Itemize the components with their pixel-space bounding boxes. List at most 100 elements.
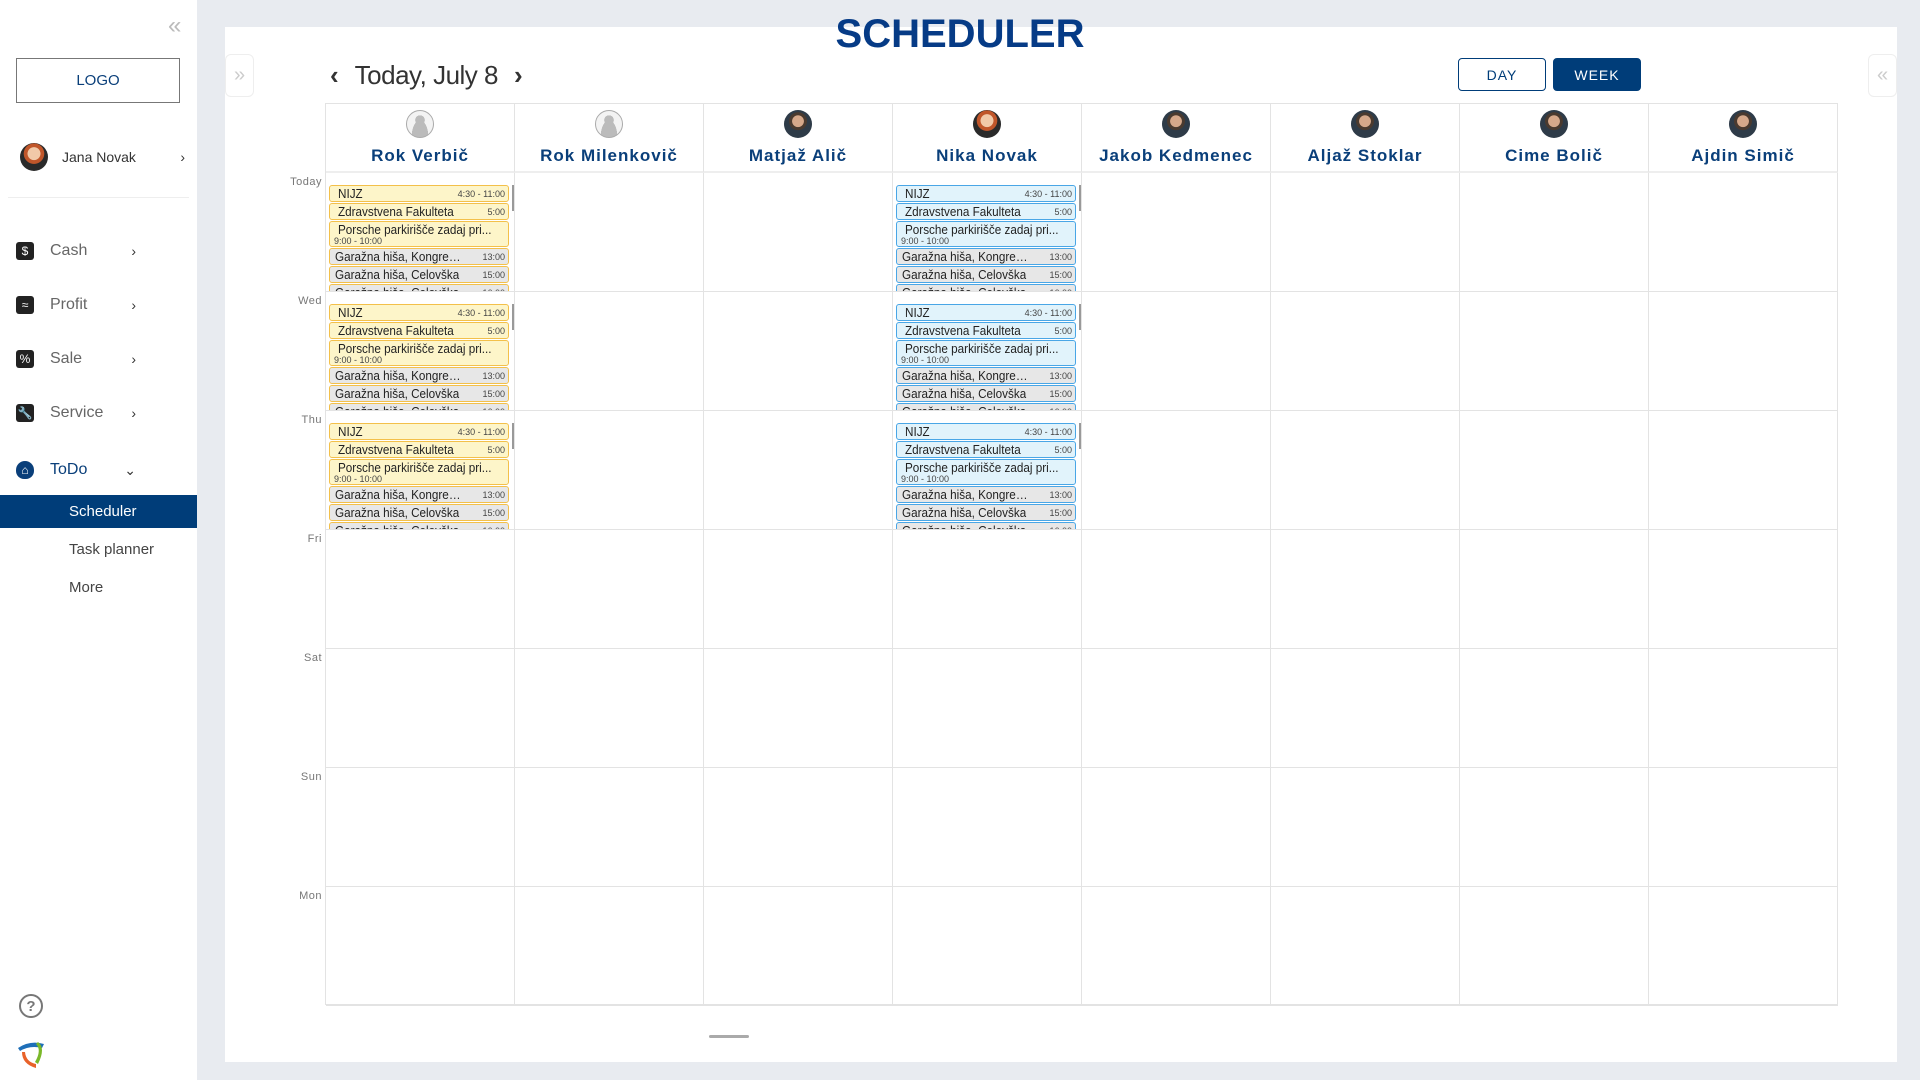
- event-item[interactable]: NIJZ 4:30 - 11:00: [896, 423, 1076, 440]
- schedule-cell[interactable]: [704, 292, 893, 411]
- schedule-cell[interactable]: NIJZ 4:30 - 11:00 Zdravstvena Fakulteta 5:0…: [893, 292, 1082, 411]
- schedule-cell[interactable]: [893, 530, 1082, 649]
- schedule-cell[interactable]: [1460, 173, 1649, 292]
- event-item[interactable]: Garažna hiša, Kongresni... 13:00: [896, 367, 1076, 384]
- schedule-cell[interactable]: [1271, 292, 1460, 411]
- schedule-cell[interactable]: [1082, 173, 1271, 292]
- event-item[interactable]: NIJZ 4:30 - 11:00: [329, 185, 509, 202]
- schedule-cell[interactable]: [1082, 887, 1271, 1006]
- event-item[interactable]: Porsche parkirišče zadaj pri... 9:00 - 10…: [329, 340, 509, 366]
- schedule-cell[interactable]: [1082, 768, 1271, 887]
- event-item[interactable]: Garažna hiša, Celovška 15:00: [329, 266, 509, 283]
- event-item[interactable]: Porsche parkirišče zadaj pri... 9:00 - 10…: [329, 459, 509, 485]
- schedule-cell[interactable]: [1271, 768, 1460, 887]
- schedule-cell[interactable]: [515, 768, 704, 887]
- user-profile[interactable]: Jana Novak ›: [20, 140, 185, 174]
- event-item[interactable]: Garažna hiša, Celovška 15:00: [896, 385, 1076, 402]
- schedule-cell[interactable]: [1460, 649, 1649, 768]
- sidebar-subitem-scheduler[interactable]: Scheduler: [0, 495, 197, 528]
- event-item[interactable]: NIJZ 4:30 - 11:00: [896, 304, 1076, 321]
- resize-handle[interactable]: [709, 1035, 749, 1038]
- event-item[interactable]: Porsche parkirišče zadaj pri... 9:00 - 10…: [896, 340, 1076, 366]
- schedule-cell[interactable]: [515, 292, 704, 411]
- day-view-button[interactable]: DAY: [1458, 58, 1546, 91]
- sidebar-subitem-task-planner[interactable]: Task planner: [0, 533, 197, 566]
- event-item[interactable]: Garažna hiša, Celovška 15:00: [896, 266, 1076, 283]
- schedule-cell[interactable]: [893, 887, 1082, 1006]
- sidebar-subitem-more[interactable]: More: [0, 571, 197, 604]
- schedule-cell[interactable]: [1271, 173, 1460, 292]
- schedule-cell[interactable]: [1649, 530, 1838, 649]
- event-item[interactable]: Zdravstvena Fakulteta 5:00: [896, 441, 1076, 458]
- schedule-cell[interactable]: [1082, 530, 1271, 649]
- schedule-cell[interactable]: [1649, 887, 1838, 1006]
- event-item[interactable]: Garažna hiša, Kongresni... 13:00: [896, 248, 1076, 265]
- schedule-cell[interactable]: [1649, 173, 1838, 292]
- sidebar-item-profit[interactable]: ≈ Profit ›: [16, 290, 136, 320]
- schedule-cell[interactable]: [1649, 768, 1838, 887]
- schedule-cell[interactable]: [1649, 292, 1838, 411]
- schedule-cell[interactable]: [326, 649, 515, 768]
- schedule-cell[interactable]: NIJZ 4:30 - 11:00 Zdravstvena Fakulteta 5:0…: [893, 411, 1082, 530]
- schedule-cell[interactable]: [1271, 530, 1460, 649]
- event-item[interactable]: Zdravstvena Fakulteta 5:00: [896, 203, 1076, 220]
- event-item[interactable]: Garažna hiša, Celovška16:00: [329, 403, 509, 410]
- schedule-cell[interactable]: [1082, 411, 1271, 530]
- chevron-left-icon[interactable]: ‹: [330, 60, 339, 91]
- event-item[interactable]: NIJZ 4:30 - 11:00: [896, 185, 1076, 202]
- event-item[interactable]: Zdravstvena Fakulteta 5:00: [896, 322, 1076, 339]
- event-item[interactable]: Garažna hiša, Celovška16:00: [896, 284, 1076, 291]
- schedule-cell[interactable]: [515, 887, 704, 1006]
- event-item[interactable]: Garažna hiša, Celovška 15:00: [896, 504, 1076, 521]
- expand-right-icon[interactable]: «: [1868, 54, 1897, 97]
- scrollbar[interactable]: [512, 304, 514, 330]
- sidebar-item-sale[interactable]: % Sale ›: [16, 344, 136, 374]
- event-item[interactable]: Zdravstvena Fakulteta 5:00: [329, 441, 509, 458]
- schedule-cell[interactable]: [1649, 411, 1838, 530]
- schedule-cell[interactable]: [1460, 411, 1649, 530]
- scrollbar[interactable]: [512, 185, 514, 211]
- schedule-cell[interactable]: [704, 530, 893, 649]
- event-item[interactable]: Garažna hiša, Celovška 15:00: [329, 504, 509, 521]
- schedule-cell[interactable]: [1271, 887, 1460, 1006]
- scrollbar[interactable]: [1079, 423, 1081, 449]
- schedule-cell[interactable]: [1460, 530, 1649, 649]
- event-item[interactable]: Garažna hiša, Kongresni... 13:00: [329, 248, 509, 265]
- schedule-cell[interactable]: [704, 173, 893, 292]
- schedule-cell[interactable]: NIJZ 4:30 - 11:00 Zdravstvena Fakulteta 5:0…: [326, 292, 515, 411]
- schedule-cell[interactable]: [1082, 292, 1271, 411]
- schedule-cell[interactable]: [704, 887, 893, 1006]
- event-item[interactable]: Garažna hiša, Celovška16:00: [896, 403, 1076, 410]
- schedule-cell[interactable]: [1271, 649, 1460, 768]
- schedule-cell[interactable]: [515, 411, 704, 530]
- event-item[interactable]: Garažna hiša, Kongresni... 13:00: [896, 486, 1076, 503]
- event-item[interactable]: Garažna hiša, Celovška 15:00: [329, 385, 509, 402]
- schedule-cell[interactable]: [1460, 292, 1649, 411]
- event-item[interactable]: Porsche parkirišče zadaj pri... 9:00 - 10…: [896, 221, 1076, 247]
- schedule-cell[interactable]: [704, 649, 893, 768]
- schedule-cell[interactable]: [515, 173, 704, 292]
- event-item[interactable]: Porsche parkirišče zadaj pri... 9:00 - 10…: [329, 221, 509, 247]
- schedule-cell[interactable]: [326, 768, 515, 887]
- schedule-cell[interactable]: [704, 768, 893, 887]
- event-item[interactable]: Garažna hiša, Celovška16:00: [896, 522, 1076, 529]
- event-item[interactable]: NIJZ 4:30 - 11:00: [329, 423, 509, 440]
- schedule-cell[interactable]: [1460, 768, 1649, 887]
- schedule-cell[interactable]: [326, 530, 515, 649]
- event-item[interactable]: Garažna hiša, Celovška16:00: [329, 522, 509, 529]
- schedule-cell[interactable]: [515, 530, 704, 649]
- schedule-cell[interactable]: [326, 887, 515, 1006]
- schedule-cell[interactable]: [1649, 649, 1838, 768]
- sidebar-item-todo[interactable]: ⌂ ToDo ⌄: [16, 455, 136, 485]
- event-item[interactable]: Zdravstvena Fakulteta 5:00: [329, 203, 509, 220]
- schedule-cell[interactable]: [704, 411, 893, 530]
- schedule-cell[interactable]: [893, 768, 1082, 887]
- event-item[interactable]: NIJZ 4:30 - 11:00: [329, 304, 509, 321]
- scrollbar[interactable]: [512, 423, 514, 449]
- event-item[interactable]: Garažna hiša, Celovška16:00: [329, 284, 509, 291]
- event-item[interactable]: Garažna hiša, Kongresni... 13:00: [329, 486, 509, 503]
- schedule-cell[interactable]: [1271, 411, 1460, 530]
- schedule-cell[interactable]: [515, 649, 704, 768]
- scrollbar[interactable]: [1079, 185, 1081, 211]
- expand-left-icon[interactable]: »: [225, 54, 254, 97]
